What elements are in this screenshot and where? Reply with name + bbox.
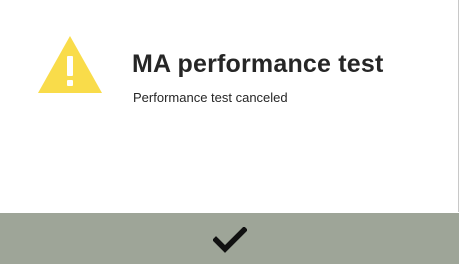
alert-dialog: MA performance test Performance test can… (0, 0, 459, 264)
confirm-button[interactable] (0, 213, 459, 264)
dialog-title: MA performance test (132, 50, 384, 78)
warning-icon (38, 36, 102, 93)
checkmark-icon (212, 226, 247, 253)
dialog-message: Performance test canceled (133, 90, 288, 105)
